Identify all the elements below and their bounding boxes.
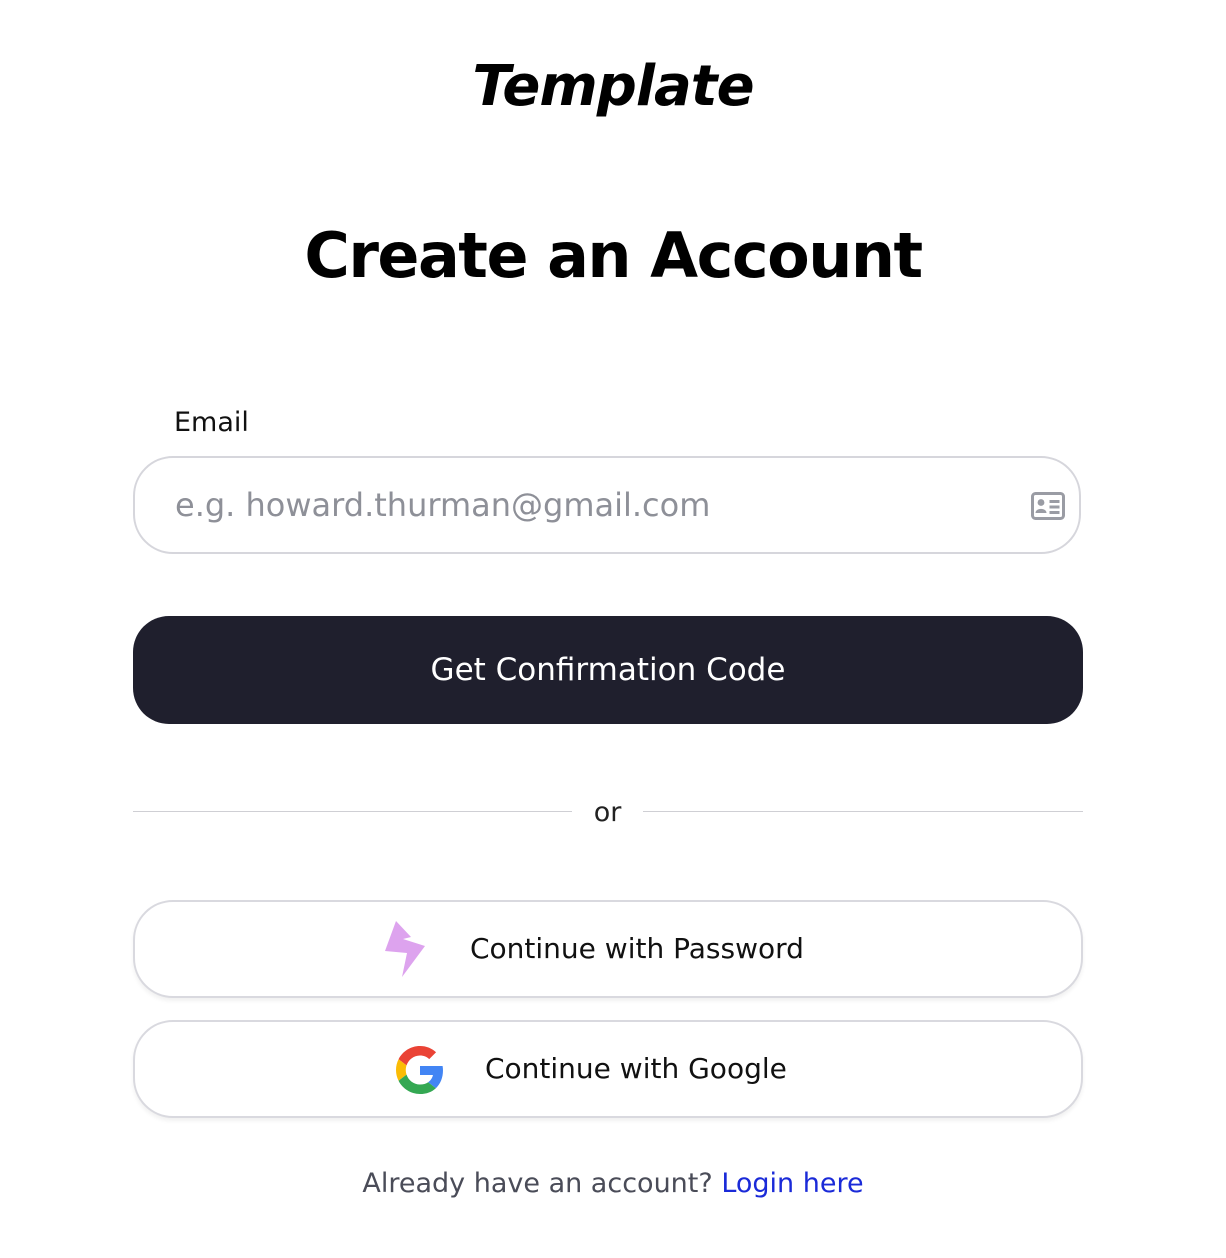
continue-with-password-button[interactable]: Continue with Password xyxy=(133,900,1083,998)
contact-card-icon xyxy=(1031,492,1065,520)
divider-or-text: or xyxy=(593,797,622,828)
divider-line-right xyxy=(643,811,1083,812)
email-label: Email xyxy=(174,407,249,438)
login-here-link[interactable]: Login here xyxy=(721,1168,863,1199)
get-confirmation-code-button[interactable]: Get Confirmation Code xyxy=(133,616,1083,724)
email-input[interactable] xyxy=(175,458,1015,552)
continue-with-google-label: Continue with Google xyxy=(485,1052,787,1085)
login-prompt: Already have an account? Login here xyxy=(0,1166,1226,1202)
page-title: Create an Account xyxy=(304,219,923,292)
email-field[interactable] xyxy=(133,456,1081,554)
google-logo-icon xyxy=(396,1046,443,1094)
login-prompt-text: Already have an account? xyxy=(362,1168,713,1199)
continue-with-google-button[interactable]: Continue with Google xyxy=(133,1020,1083,1118)
continue-with-password-label: Continue with Password xyxy=(470,932,804,965)
divider-line-left xyxy=(133,811,572,812)
lightning-bolt-icon xyxy=(385,921,425,977)
brand-logo: Template xyxy=(472,54,754,119)
